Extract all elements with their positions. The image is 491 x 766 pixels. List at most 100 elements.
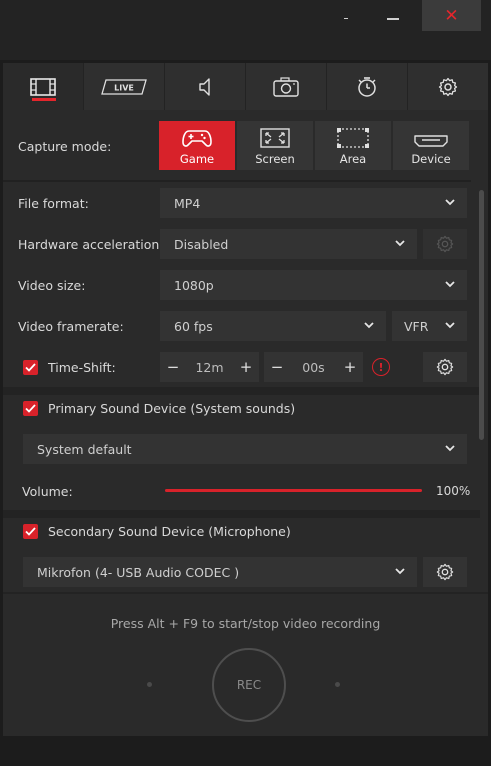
camera-icon xyxy=(273,76,299,97)
gamepad-icon xyxy=(182,130,212,147)
secondary-sound-label: Secondary Sound Device (Microphone) xyxy=(48,524,291,539)
chevron-down-icon xyxy=(445,322,455,329)
warning-icon[interactable]: ! xyxy=(372,358,390,376)
framerate-select[interactable]: 60 fps xyxy=(160,311,386,341)
indicator-dot-right xyxy=(335,682,340,687)
primary-sound-select[interactable]: System default xyxy=(23,434,467,464)
tab-settings[interactable] xyxy=(408,63,488,110)
mode-area-label: Area xyxy=(339,152,367,166)
secondary-sound-settings-button[interactable] xyxy=(423,557,467,587)
close-icon: ✕ xyxy=(444,5,459,26)
area-select-icon xyxy=(337,128,369,148)
scrollbar-thumb[interactable] xyxy=(479,190,484,440)
divider xyxy=(3,387,480,395)
minimize-button[interactable] xyxy=(376,0,410,31)
file-format-value: MP4 xyxy=(174,195,201,211)
speaker-icon xyxy=(199,77,210,96)
hdmi-icon xyxy=(414,135,448,147)
gear-icon xyxy=(436,235,454,253)
mode-device-label: Device xyxy=(411,152,451,166)
file-format-label: File format: xyxy=(18,196,89,211)
main-panel: LIVE Capture mode: Game Screen Area Devi… xyxy=(3,63,488,736)
title-bar: ✕ xyxy=(0,0,491,60)
video-film-icon xyxy=(30,77,56,96)
secondary-sound-select[interactable]: Mikrofon (4- USB Audio CODEC ) xyxy=(23,557,417,587)
live-icon: LIVE xyxy=(101,78,147,95)
live-label: LIVE xyxy=(114,83,134,92)
warning-mark: ! xyxy=(378,360,384,374)
volume-slider[interactable] xyxy=(165,489,422,492)
minutes-value[interactable]: 12m xyxy=(186,352,233,382)
divider xyxy=(3,592,488,594)
record-button[interactable]: REC xyxy=(212,648,286,722)
framerate-value: 60 fps xyxy=(174,318,213,334)
mode-game-label: Game xyxy=(179,152,215,166)
seconds-increment-button[interactable]: + xyxy=(337,352,363,382)
tab-screenshot[interactable] xyxy=(246,63,326,110)
timer-icon xyxy=(358,76,376,97)
timeshift-minutes-stepper: − 12m + xyxy=(160,352,259,382)
gear-icon xyxy=(438,77,458,96)
chevron-down-icon xyxy=(445,199,455,206)
volume-value: 100% xyxy=(436,484,471,498)
chevron-down-icon xyxy=(395,240,405,247)
checkmark-icon xyxy=(25,527,36,536)
gear-icon xyxy=(436,358,454,376)
minutes-increment-button[interactable]: + xyxy=(233,352,259,382)
chevron-down-icon xyxy=(395,568,405,575)
capture-mode-label: Capture mode: xyxy=(18,139,112,154)
timeshift-settings-button[interactable] xyxy=(423,352,467,382)
record-label: REC xyxy=(236,678,262,692)
secondary-sound-checkbox[interactable] xyxy=(23,524,38,539)
timeshift-seconds-stepper: − 00s + xyxy=(264,352,363,382)
bottom-strip xyxy=(0,736,491,766)
hw-accel-settings-button[interactable] xyxy=(423,229,467,259)
secondary-sound-value: Mikrofon (4- USB Audio CODEC ) xyxy=(37,564,240,580)
tab-live[interactable]: LIVE xyxy=(84,63,164,110)
hotkey-hint: Press Alt + F9 to start/stop video recor… xyxy=(110,616,381,631)
gear-icon xyxy=(436,563,454,581)
video-size-select[interactable]: 1080p xyxy=(160,270,467,300)
hw-accel-value: Disabled xyxy=(174,236,229,252)
close-button[interactable]: ✕ xyxy=(422,0,481,31)
timeshift-checkbox[interactable] xyxy=(23,360,38,375)
plus-icon: + xyxy=(343,358,357,376)
hw-accel-select[interactable]: Disabled xyxy=(160,229,417,259)
primary-sound-label: Primary Sound Device (System sounds) xyxy=(48,401,296,416)
plus-icon: + xyxy=(239,358,253,376)
mode-screen-button[interactable]: Screen xyxy=(237,121,313,170)
fullscreen-icon xyxy=(260,128,290,148)
tab-timer[interactable] xyxy=(327,63,407,110)
divider xyxy=(3,510,480,518)
seconds-decrement-button[interactable]: − xyxy=(264,352,290,382)
tab-audio[interactable] xyxy=(165,63,245,110)
hw-accel-label: Hardware acceleration: xyxy=(18,237,164,252)
minus-icon: − xyxy=(166,358,180,376)
chevron-down-icon xyxy=(445,445,455,452)
mode-screen-label: Screen xyxy=(255,152,295,166)
checkmark-icon xyxy=(25,363,36,372)
seconds-value[interactable]: 00s xyxy=(290,352,337,382)
checkmark-icon xyxy=(25,404,36,413)
primary-sound-checkbox[interactable] xyxy=(23,401,38,416)
chevron-down-icon xyxy=(445,281,455,288)
primary-sound-value: System default xyxy=(37,441,132,457)
volume-label: Volume: xyxy=(22,484,73,499)
minus-icon: − xyxy=(270,358,284,376)
video-size-label: Video size: xyxy=(18,278,86,293)
framerate-mode-select[interactable]: VFR xyxy=(392,311,467,341)
indicator-dot-left xyxy=(147,682,152,687)
capture-mode-row: Capture mode: Game Screen Area Device xyxy=(3,110,488,180)
minutes-decrement-button[interactable]: − xyxy=(160,352,186,382)
mode-game-button[interactable]: Game xyxy=(159,121,235,170)
mode-device-button[interactable]: Device xyxy=(393,121,469,170)
framerate-mode-value: VFR xyxy=(404,318,429,334)
chevron-down-icon xyxy=(364,322,374,329)
file-format-select[interactable]: MP4 xyxy=(160,188,467,218)
mode-area-button[interactable]: Area xyxy=(315,121,391,170)
framerate-label: Video framerate: xyxy=(18,319,124,334)
tab-bar: LIVE xyxy=(3,63,488,110)
tab-video[interactable] xyxy=(3,63,83,110)
divider xyxy=(3,180,471,182)
minimize-mini-button[interactable] xyxy=(335,0,357,31)
